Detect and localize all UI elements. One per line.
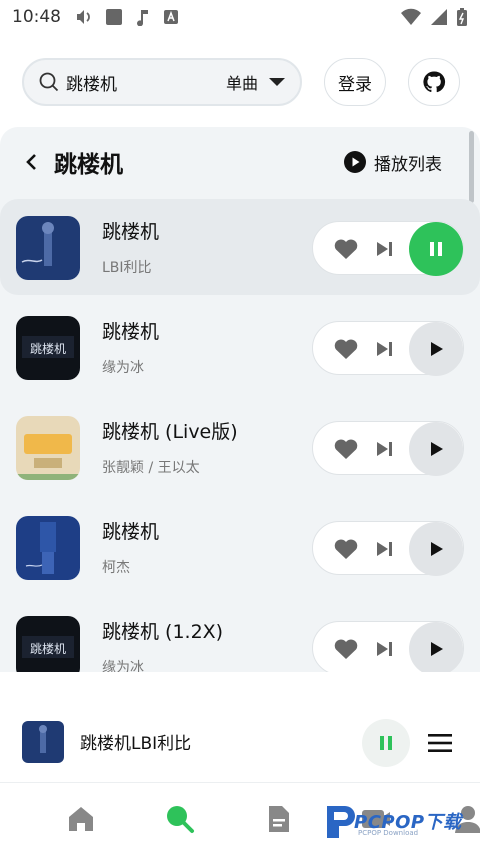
- nav-search[interactable]: [164, 803, 196, 835]
- search-icon: [39, 72, 59, 92]
- album-cover: [16, 416, 80, 480]
- login-button[interactable]: 登录: [324, 58, 386, 106]
- pause-button[interactable]: [409, 222, 463, 276]
- song-row-3[interactable]: 跳楼机 (Live版) 张靓颖 / 王以太: [0, 399, 480, 495]
- heart-icon[interactable]: [333, 637, 359, 661]
- song-artist: LBI利比: [102, 260, 152, 276]
- mini-pause-button[interactable]: [362, 719, 410, 767]
- menu-icon[interactable]: [428, 733, 452, 753]
- heart-icon[interactable]: [333, 337, 359, 361]
- mini-player[interactable]: 跳楼机LBI利比: [0, 700, 480, 780]
- a-icon: [164, 10, 178, 24]
- song-row-4[interactable]: 跳楼机 柯杰: [0, 499, 480, 595]
- song-title: 跳楼机: [102, 521, 160, 543]
- song-controls: [312, 621, 464, 672]
- song-row-2[interactable]: 跳楼机 跳楼机 缘为冰: [0, 299, 480, 395]
- nav-home[interactable]: [65, 803, 97, 835]
- playlist-label: 播放列表: [374, 154, 442, 175]
- song-title: 跳楼机 (1.2X): [102, 621, 224, 643]
- playlist-button[interactable]: 播放列表: [344, 150, 442, 175]
- song-artist: 张靓颖 / 王以太: [102, 460, 200, 476]
- song-artist: 缘为冰: [102, 660, 144, 672]
- chevron-down-icon[interactable]: [268, 77, 286, 87]
- song-title: 跳楼机: [102, 321, 160, 343]
- github-button[interactable]: [408, 58, 460, 106]
- wifi-icon: [401, 8, 421, 25]
- pause-icon: [380, 736, 392, 750]
- now-playing-text: 跳楼机LBI利比: [80, 734, 192, 754]
- page-title: 跳楼机: [54, 152, 123, 178]
- watermark-subtext: PCPOP Download: [358, 829, 419, 837]
- song-controls: [312, 421, 464, 476]
- document-icon: [269, 806, 289, 832]
- album-cover: [16, 216, 80, 280]
- back-icon[interactable]: [24, 153, 40, 171]
- square-icon: [106, 9, 122, 25]
- svg-text:跳楼机: 跳楼机: [30, 341, 66, 356]
- song-title: 跳楼机: [102, 221, 160, 243]
- search-icon: [167, 806, 194, 833]
- music-note-icon: [137, 10, 148, 26]
- battery-icon: [457, 8, 467, 26]
- album-cover: 跳楼机: [16, 316, 80, 380]
- heart-icon[interactable]: [333, 437, 359, 461]
- signal-icon: [431, 9, 447, 25]
- next-icon[interactable]: [376, 240, 394, 258]
- play-icon: [431, 542, 443, 556]
- next-icon[interactable]: [376, 440, 394, 458]
- song-controls: [312, 221, 464, 276]
- play-button[interactable]: [409, 522, 463, 576]
- song-row-1[interactable]: 跳楼机 LBI利比: [0, 199, 480, 295]
- play-icon: [431, 442, 443, 456]
- status-time: 10:48: [12, 7, 61, 27]
- pause-icon: [430, 242, 442, 256]
- album-cover: [16, 516, 80, 580]
- svg-text:跳楼机: 跳楼机: [30, 641, 66, 656]
- home-icon: [69, 807, 93, 831]
- song-artist: 柯杰: [102, 560, 130, 576]
- heart-icon[interactable]: [333, 537, 359, 561]
- now-playing-cover: [22, 721, 64, 763]
- volume-icon: [77, 10, 90, 24]
- song-artist: 缘为冰: [102, 360, 144, 376]
- song-controls: [312, 321, 464, 376]
- next-icon[interactable]: [376, 540, 394, 558]
- heart-icon[interactable]: [333, 237, 359, 261]
- next-icon[interactable]: [376, 640, 394, 658]
- play-icon: [431, 342, 443, 356]
- status-bar: 10:48: [0, 0, 480, 34]
- song-controls: [312, 521, 464, 576]
- search-results-panel: 跳楼机 播放列表 跳楼机 LBI利比 跳楼机 跳楼机 缘为冰 跳楼机 (Live…: [0, 127, 480, 672]
- github-icon: [423, 71, 446, 93]
- play-circle-icon: [344, 151, 366, 173]
- play-icon: [431, 642, 443, 656]
- nav-document[interactable]: [263, 803, 295, 835]
- song-title: 跳楼机 (Live版): [102, 421, 238, 443]
- panel-header: 跳楼机 播放列表: [0, 127, 480, 197]
- search-mode-select[interactable]: 单曲: [226, 70, 258, 94]
- play-button[interactable]: [409, 622, 463, 672]
- watermark: PCPOP下载 PCPOP Download: [324, 800, 476, 844]
- song-row-5[interactable]: 跳楼机 跳楼机 (1.2X) 缘为冰: [0, 599, 480, 672]
- header: 跳楼机 单曲 登录: [22, 58, 462, 106]
- pcpop-logo-icon: [327, 806, 355, 838]
- scrollbar[interactable]: [469, 131, 474, 203]
- play-button[interactable]: [409, 322, 463, 376]
- search-input[interactable]: 跳楼机: [66, 70, 226, 95]
- search-box[interactable]: 跳楼机 单曲: [22, 58, 302, 106]
- album-cover: 跳楼机: [16, 616, 80, 672]
- play-button[interactable]: [409, 422, 463, 476]
- next-icon[interactable]: [376, 340, 394, 358]
